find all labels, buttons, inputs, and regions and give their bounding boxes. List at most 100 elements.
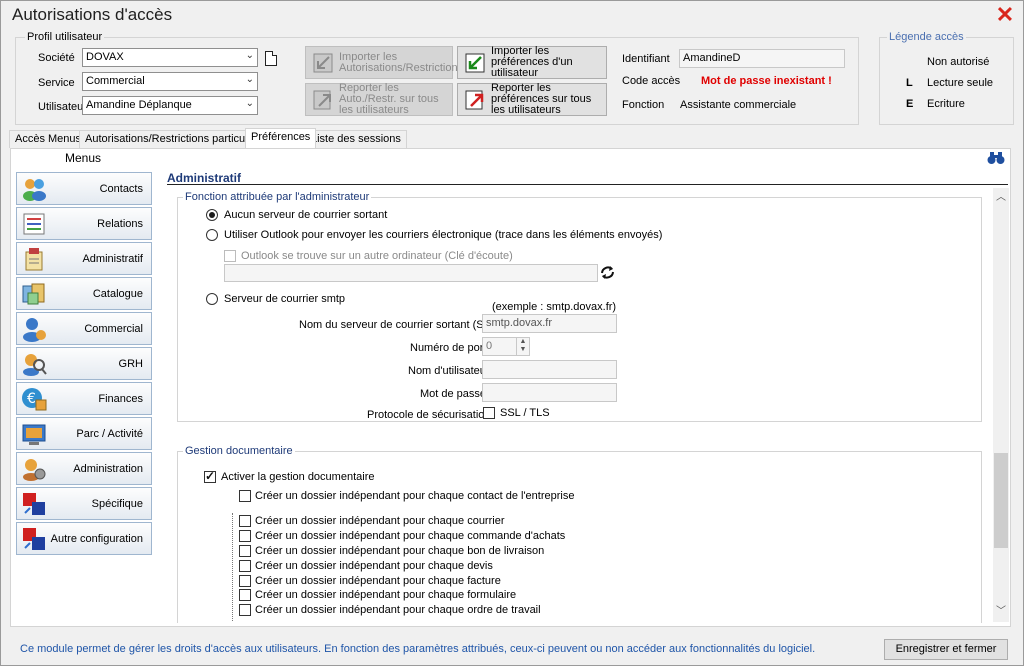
activate-doc-management-label: Activer la gestion documentaire	[221, 471, 375, 483]
service-select[interactable]: Commercial ⌄	[82, 72, 258, 91]
sidebar-item-label: Autre configuration	[50, 533, 143, 545]
report-autorisations-button[interactable]: Reporter les Auto./Restr. sur tous les u…	[305, 83, 453, 116]
parc-activite-icon	[22, 424, 46, 445]
sidebar-item-grh[interactable]: GRH	[16, 347, 152, 380]
refresh-icon[interactable]	[599, 264, 616, 281]
report-preferences-button[interactable]: Reporter les préférences sur tous les ut…	[457, 83, 607, 116]
doc-folder-label: Créer un dossier indépendant pour chaque…	[255, 545, 545, 557]
doc-folder-label: Créer un dossier indépendant pour chaque…	[255, 530, 566, 542]
port-stepper[interactable]: 0 ▲ ▼	[482, 337, 530, 356]
chevron-up-icon[interactable]: ︿	[993, 190, 1009, 206]
chevron-down-icon: ⌄	[245, 50, 254, 61]
doc-folder-label: Créer un dossier indépendant pour chaque…	[255, 604, 541, 616]
sidebar-item-autre-configuration[interactable]: Autre configuration	[16, 522, 152, 555]
import-preferences-label: Importer les préférences d'un utilisateu…	[491, 45, 573, 79]
societe-select[interactable]: DOVAX ⌄	[82, 48, 258, 67]
utilisateur-value: Amandine Déplanque	[86, 99, 192, 111]
doc-folder-checkbox[interactable]	[239, 575, 251, 587]
sidebar-item-administration[interactable]: Administration	[16, 452, 152, 485]
ssl-tls-checkbox[interactable]	[483, 407, 495, 419]
contacts-icon	[23, 179, 46, 201]
doc-folder-checkbox[interactable]	[239, 589, 251, 601]
administratif-icon	[25, 248, 43, 271]
doc-folder-checkbox[interactable]	[239, 545, 251, 557]
sidebar-item-finances[interactable]: € Finances	[16, 382, 152, 415]
outlook-remote-label: Outlook se trouve sur un autre ordinateu…	[241, 250, 513, 262]
doc-folder-checkbox[interactable]	[239, 604, 251, 616]
port-value: 0	[486, 340, 493, 352]
sidebar-item-label: Relations	[97, 218, 143, 230]
identifiant-field[interactable]: AmandineD	[679, 49, 845, 68]
report-autorisations-label: Reporter les Auto./Restr. sur tous les u…	[339, 82, 439, 116]
sidebar-item-parc-activite[interactable]: Parc / Activité	[16, 417, 152, 450]
ssl-tls-label: SSL / TLS	[500, 407, 550, 419]
svg-text:€: €	[27, 391, 36, 407]
chevron-down-icon[interactable]: ﹀	[993, 604, 1009, 620]
chevron-down-icon: ⌄	[245, 74, 254, 85]
radio-outlook-label: Utiliser Outlook pour envoyer les courri…	[224, 229, 663, 241]
commercial-icon	[23, 318, 46, 342]
contact-folder-checkbox[interactable]	[239, 490, 251, 502]
tab-sessions[interactable]: Liste des sessions	[305, 130, 407, 148]
contact-folder-label: Créer un dossier indépendant pour chaque…	[255, 490, 575, 502]
doc-folder-checkbox[interactable]	[239, 560, 251, 572]
binoculars-icon[interactable]	[987, 151, 1005, 165]
radio-smtp[interactable]	[206, 293, 218, 305]
doc-folder-checkbox[interactable]	[239, 515, 251, 527]
radio-smtp-label: Serveur de courrier smtp	[224, 293, 346, 305]
sidebar-item-label: Parc / Activité	[76, 428, 143, 440]
sidebar-item-commercial[interactable]: Commercial	[16, 312, 152, 345]
sidebar-item-catalogue[interactable]: Catalogue	[16, 277, 152, 310]
doc-folder-label: Créer un dossier indépendant pour chaque…	[255, 515, 505, 527]
username-field[interactable]	[482, 360, 617, 379]
save-close-button[interactable]: Enregistrer et fermer	[884, 639, 1008, 660]
legend-label: Ecriture	[927, 98, 965, 110]
document-icon[interactable]	[265, 51, 277, 66]
tab-acces-menus[interactable]: Accès Menus	[9, 130, 88, 148]
sidebar-item-label: Contacts	[99, 183, 143, 195]
port-label: Numéro de port	[410, 342, 487, 354]
sidebar-item-label: Catalogue	[92, 288, 143, 300]
service-value: Commercial	[86, 75, 145, 87]
utilisateur-select[interactable]: Amandine Déplanque ⌄	[82, 96, 258, 115]
doc-folder-checkbox[interactable]	[239, 530, 251, 542]
legend-label: Lecture seule	[927, 77, 994, 89]
radio-outlook[interactable]	[206, 229, 218, 241]
tab-preferences[interactable]: Préférences	[245, 128, 317, 148]
report-arrow-icon	[311, 88, 335, 112]
profile-legend: Profil utilisateur	[25, 31, 105, 43]
code-acces-value: Mot de passe inexistant !	[701, 75, 832, 87]
sidebar-item-relations[interactable]: Relations	[16, 207, 152, 240]
grh-icon	[23, 354, 47, 376]
sidebar-item-label: GRH	[118, 358, 143, 370]
legend-label: Non autorisé	[927, 56, 990, 68]
import-preferences-button[interactable]: Importer les préférences d'un utilisateu…	[457, 46, 607, 79]
import-autorisations-button[interactable]: Importer les Autorisations/Restrictions	[305, 46, 463, 79]
listening-key-field[interactable]	[224, 264, 598, 282]
sidebar-item-administratif[interactable]: Administratif	[16, 242, 152, 275]
fonction-group-legend: Fonction attribuée par l'administrateur	[183, 191, 372, 203]
finances-icon: €	[22, 388, 47, 411]
stepper-arrows-icon[interactable]: ▲ ▼	[516, 338, 529, 355]
sidebar-item-specifique[interactable]: Spécifique	[16, 487, 152, 520]
radio-no-mail-server[interactable]	[206, 209, 218, 221]
fonction-value: Assistante commerciale	[680, 99, 797, 111]
security-protocol-label: Protocole de sécurisation	[367, 409, 491, 421]
outlook-remote-checkbox[interactable]	[224, 250, 236, 262]
close-icon[interactable]: ✕	[994, 4, 1016, 26]
doc-folder-label: Créer un dossier indépendant pour chaque…	[255, 575, 501, 587]
service-label: Service	[38, 77, 75, 89]
scrollbar-thumb[interactable]	[994, 453, 1008, 548]
report-preferences-label: Reporter les préférences sur tous les ut…	[491, 82, 592, 116]
code-acces-label: Code accès	[622, 75, 681, 87]
window-title: Autorisations d'accès	[12, 5, 173, 24]
password-field[interactable]	[482, 383, 617, 402]
smtp-server-field[interactable]: smtp.dovax.fr	[482, 314, 617, 333]
utilisateur-label: Utilisateur	[38, 101, 87, 113]
activate-doc-management-checkbox[interactable]	[204, 469, 216, 483]
sidebar-item-label: Administration	[73, 463, 143, 475]
sidebar-item-contacts[interactable]: Contacts	[16, 172, 152, 205]
doc-folder-label: Créer un dossier indépendant pour chaque…	[255, 589, 517, 601]
password-label: Mot de passe	[420, 388, 487, 400]
vertical-scrollbar[interactable]: ︿ ﹀	[993, 188, 1009, 622]
